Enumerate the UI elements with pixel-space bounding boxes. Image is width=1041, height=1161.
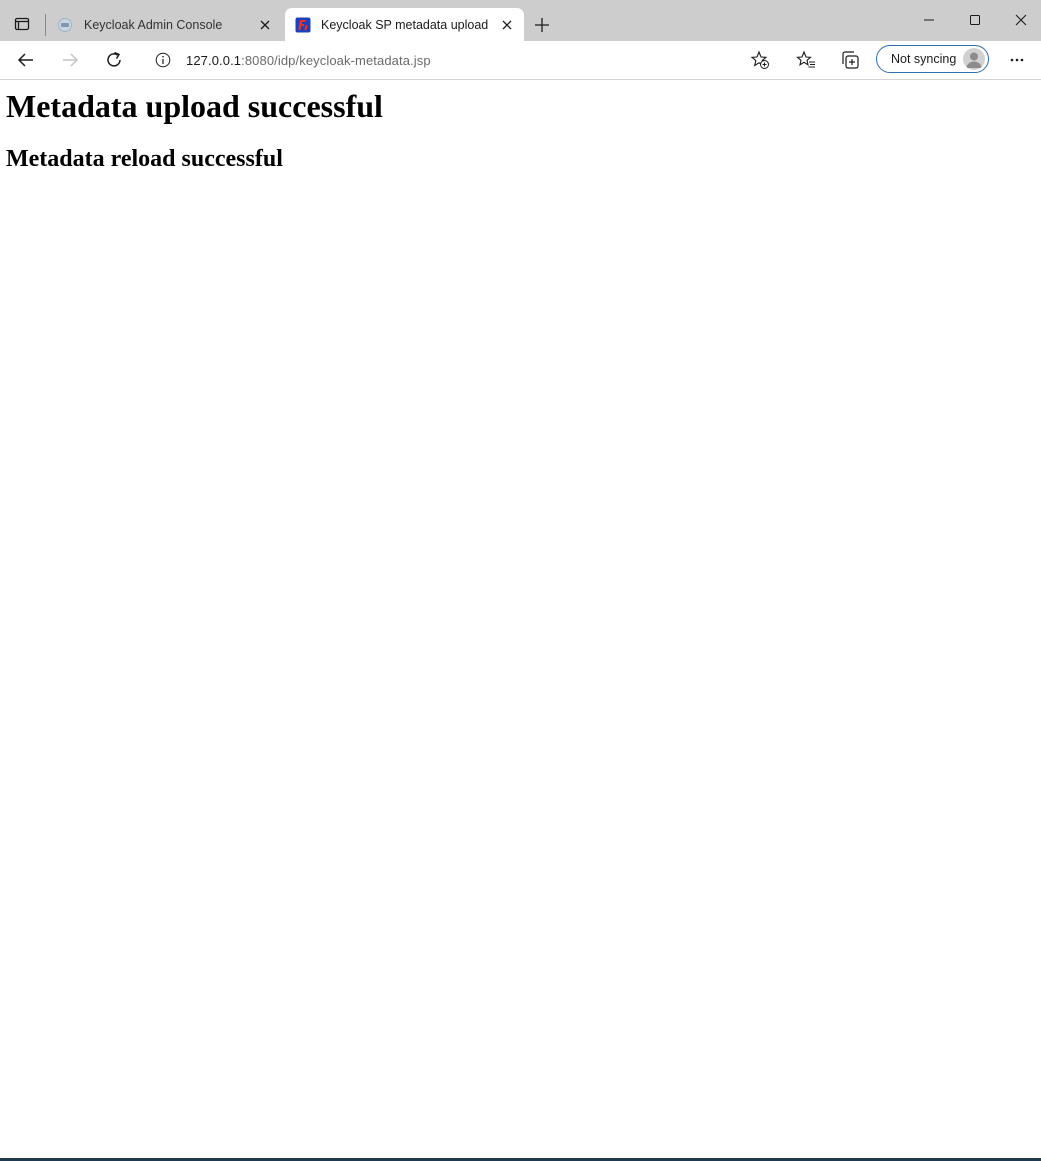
minimize-button[interactable] (906, 0, 952, 40)
back-arrow-icon (17, 53, 33, 67)
address-bar[interactable]: 127.0.0.1:8080/idp/keycloak-metadata.jsp (142, 45, 778, 75)
profile-button[interactable]: Not syncing (876, 45, 989, 73)
back-button[interactable] (10, 44, 42, 76)
more-icon (1010, 58, 1024, 62)
browser-toolbar: 127.0.0.1:8080/idp/keycloak-metadata.jsp… (0, 41, 1041, 80)
tab-actions-button[interactable] (6, 8, 38, 40)
profile-status-label: Not syncing (891, 52, 957, 66)
forward-arrow-icon (63, 53, 79, 67)
url-text[interactable]: 127.0.0.1:8080/idp/keycloak-metadata.jsp (186, 53, 431, 68)
collections-button[interactable] (834, 44, 866, 76)
url-host: 127.0.0.1 (186, 52, 242, 68)
close-tab-button[interactable] (254, 14, 276, 36)
tab-title: Keycloak SP metadata upload (321, 17, 489, 32)
tab-separator (45, 14, 46, 36)
close-icon (1015, 14, 1027, 26)
minimize-icon (924, 19, 934, 21)
close-window-button[interactable] (998, 0, 1041, 40)
info-icon (155, 52, 171, 68)
app-logo-icon (295, 17, 311, 32)
tab-title: Keycloak Admin Console (84, 17, 223, 32)
refresh-icon (107, 51, 121, 67)
close-icon (260, 20, 270, 29)
tab-strip: Keycloak Admin Console Keycloak SP metad… (0, 0, 1041, 41)
new-tab-button[interactable] (528, 12, 556, 38)
site-info-button[interactable] (153, 50, 173, 70)
favorites-icon (796, 50, 815, 68)
page-subheading: Metadata reload successful (6, 146, 283, 172)
tab-actions-icon (14, 17, 30, 31)
tab-keycloak-sp-metadata-upload[interactable]: Keycloak SP metadata upload (285, 8, 524, 41)
tab-keycloak-admin-console[interactable]: Keycloak Admin Console (48, 8, 282, 41)
maximize-button[interactable] (952, 0, 998, 40)
keycloak-icon (58, 17, 72, 32)
close-icon (502, 20, 512, 29)
close-tab-button[interactable] (496, 14, 518, 36)
person-icon (966, 52, 982, 68)
refresh-button[interactable] (98, 44, 130, 76)
page-content: Metadata upload successful Metadata relo… (0, 80, 1041, 1158)
add-favorite-button[interactable] (750, 50, 770, 70)
star-add-icon (750, 50, 769, 69)
favorites-button[interactable] (790, 44, 822, 76)
collections-icon (842, 51, 859, 69)
settings-and-more-button[interactable] (1001, 44, 1033, 76)
plus-icon (535, 18, 549, 32)
forward-button[interactable] (54, 44, 86, 76)
avatar (963, 48, 985, 70)
url-path: :8080/idp/keycloak-metadata.jsp (241, 52, 431, 68)
page-heading: Metadata upload successful (6, 88, 383, 124)
maximize-icon (970, 15, 980, 25)
